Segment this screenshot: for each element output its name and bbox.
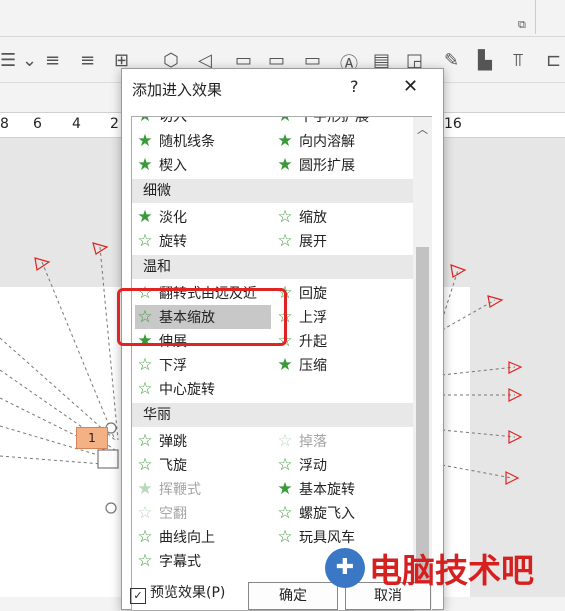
effect-item[interactable]: ★ 压缩 bbox=[275, 353, 327, 377]
preview-effect-label: 预览效果(P) bbox=[150, 585, 226, 601]
category-header-exciting: 华丽 bbox=[132, 403, 413, 427]
star-effect-icon: ☆ bbox=[137, 355, 153, 375]
star-effect-icon: ☆ bbox=[277, 231, 293, 251]
preview-effect-checkbox[interactable]: ✓ 预览效果(P) bbox=[130, 582, 225, 604]
star-effect-icon: ☆ bbox=[277, 207, 293, 227]
effect-label: 向内溶解 bbox=[299, 134, 355, 150]
effect-item[interactable]: ☆ 中心旋转 bbox=[135, 377, 215, 401]
effect-label: 随机线条 bbox=[159, 134, 215, 150]
effect-label: 展开 bbox=[299, 234, 327, 250]
effect-label: 挥鞭式 bbox=[159, 482, 201, 498]
effect-item[interactable]: ★ 楔入 bbox=[135, 153, 187, 177]
effect-label: 空翻 bbox=[159, 506, 187, 522]
effect-label: 切入 bbox=[159, 116, 187, 125]
star-effect-icon: ☆ bbox=[137, 231, 153, 251]
effect-item[interactable]: ★ 圆形扩展 bbox=[275, 153, 355, 177]
watermark: ✚ 电脑技术吧 bbox=[325, 548, 534, 590]
effect-label: 淡化 bbox=[159, 210, 187, 226]
star-effect-icon: ★ bbox=[137, 479, 153, 499]
star-effect-icon: ★ bbox=[137, 207, 153, 227]
effect-item[interactable]: ☆ 字幕式 bbox=[135, 549, 201, 573]
star-effect-icon: ☆ bbox=[277, 503, 293, 523]
animation-order-tag[interactable]: 1 bbox=[76, 427, 108, 449]
star-effect-icon: ★ bbox=[137, 131, 153, 151]
effect-label: 掉落 bbox=[299, 434, 327, 450]
star-effect-icon: ★ bbox=[277, 155, 293, 175]
effect-label: 玩具风车 bbox=[299, 530, 355, 546]
effect-label: 曲线向上 bbox=[159, 530, 215, 546]
effects-list: ★ 切入 ★ 十字形扩展 ★ 随机线条 ★ 向内溶解 ★ 楔入 ★ 圆形扩展 细微 ★ 淡化 … bbox=[131, 116, 414, 611]
star-effect-icon: ☆ bbox=[137, 455, 153, 475]
scroll-up-icon[interactable]: ︿ bbox=[417, 121, 428, 137]
effect-label: 缩放 bbox=[299, 210, 327, 226]
effect-item[interactable]: ☆ 玩具风车 bbox=[275, 525, 355, 549]
effect-label: 字幕式 bbox=[159, 554, 201, 570]
effect-label: 回旋 bbox=[299, 286, 327, 302]
effect-label: 弹跳 bbox=[159, 434, 187, 450]
effect-label: 压缩 bbox=[299, 358, 327, 374]
effect-item[interactable]: ★ 十字形扩展 bbox=[275, 116, 369, 128]
effect-item[interactable]: ☆ 弹跳 bbox=[135, 429, 187, 453]
effect-label: 楔入 bbox=[159, 158, 187, 174]
effect-label: 浮动 bbox=[299, 458, 327, 474]
effect-label: 中心旋转 bbox=[159, 382, 215, 398]
effect-item[interactable]: ★ 切入 bbox=[135, 116, 187, 128]
star-effect-icon: ★ bbox=[137, 155, 153, 175]
star-effect-icon: ★ bbox=[137, 116, 153, 126]
effect-item[interactable]: ☆ 浮动 bbox=[275, 453, 327, 477]
star-effect-icon: ★ bbox=[277, 131, 293, 151]
effect-label: 旋转 bbox=[159, 234, 187, 250]
effect-label: 上浮 bbox=[299, 310, 327, 326]
star-effect-icon: ☆ bbox=[137, 379, 153, 399]
effect-item[interactable]: ☆ 下浮 bbox=[135, 353, 187, 377]
effect-item[interactable]: ☆ 展开 bbox=[275, 229, 327, 253]
effect-label: 圆形扩展 bbox=[299, 158, 355, 174]
category-label: 华丽 bbox=[143, 407, 171, 423]
effect-label: 十字形扩展 bbox=[299, 116, 369, 125]
effect-item[interactable]: ★ 随机线条 bbox=[135, 129, 215, 153]
star-effect-icon: ☆ bbox=[277, 527, 293, 547]
star-effect-icon: ☆ bbox=[137, 503, 153, 523]
highlight-box bbox=[117, 288, 287, 346]
category-label: 细微 bbox=[143, 183, 171, 199]
effect-item[interactable]: ☆ 曲线向上 bbox=[135, 525, 215, 549]
effect-item[interactable]: ☆ 旋转 bbox=[135, 229, 187, 253]
watermark-text: 电脑技术吧 bbox=[369, 551, 534, 590]
effect-item[interactable]: ★ 向内溶解 bbox=[275, 129, 355, 153]
effect-label: 升起 bbox=[299, 334, 327, 350]
dialog-title: 添加进入效果 bbox=[132, 81, 223, 99]
star-effect-icon: ☆ bbox=[137, 431, 153, 451]
star-effect-icon: ★ bbox=[277, 479, 293, 499]
star-effect-icon: ★ bbox=[277, 355, 293, 375]
effect-item[interactable]: ★ 基本旋转 bbox=[275, 477, 355, 501]
category-header-subtle: 细微 bbox=[132, 179, 413, 203]
effect-item[interactable]: ☆ 飞旋 bbox=[135, 453, 187, 477]
effect-label: 飞旋 bbox=[159, 458, 187, 474]
effect-item[interactable]: ☆ 螺旋飞入 bbox=[275, 501, 355, 525]
watermark-logo-icon: ✚ bbox=[325, 548, 365, 588]
star-effect-icon: ★ bbox=[277, 116, 293, 126]
effect-label: 下浮 bbox=[159, 358, 187, 374]
star-effect-icon: ☆ bbox=[137, 551, 153, 571]
list-scrollbar[interactable]: ︿ bbox=[413, 116, 432, 610]
effect-item[interactable]: ★ 挥鞭式 bbox=[135, 477, 201, 501]
star-effect-icon: ☆ bbox=[277, 431, 293, 451]
star-effect-icon: ☆ bbox=[137, 527, 153, 547]
star-effect-icon: ☆ bbox=[277, 455, 293, 475]
help-button[interactable]: ? bbox=[350, 77, 359, 96]
category-label: 温和 bbox=[143, 259, 171, 275]
category-header-moderate: 温和 bbox=[132, 255, 413, 279]
close-button[interactable]: ✕ bbox=[403, 76, 418, 97]
effect-item[interactable]: ☆ 掉落 bbox=[275, 429, 327, 453]
effect-item[interactable]: ☆ 空翻 bbox=[135, 501, 187, 525]
effect-label: 螺旋飞入 bbox=[299, 506, 355, 522]
checkbox-icon[interactable]: ✓ bbox=[130, 588, 146, 604]
effect-label: 基本旋转 bbox=[299, 482, 355, 498]
effect-item[interactable]: ★ 淡化 bbox=[135, 205, 187, 229]
effect-item[interactable]: ☆ 缩放 bbox=[275, 205, 327, 229]
